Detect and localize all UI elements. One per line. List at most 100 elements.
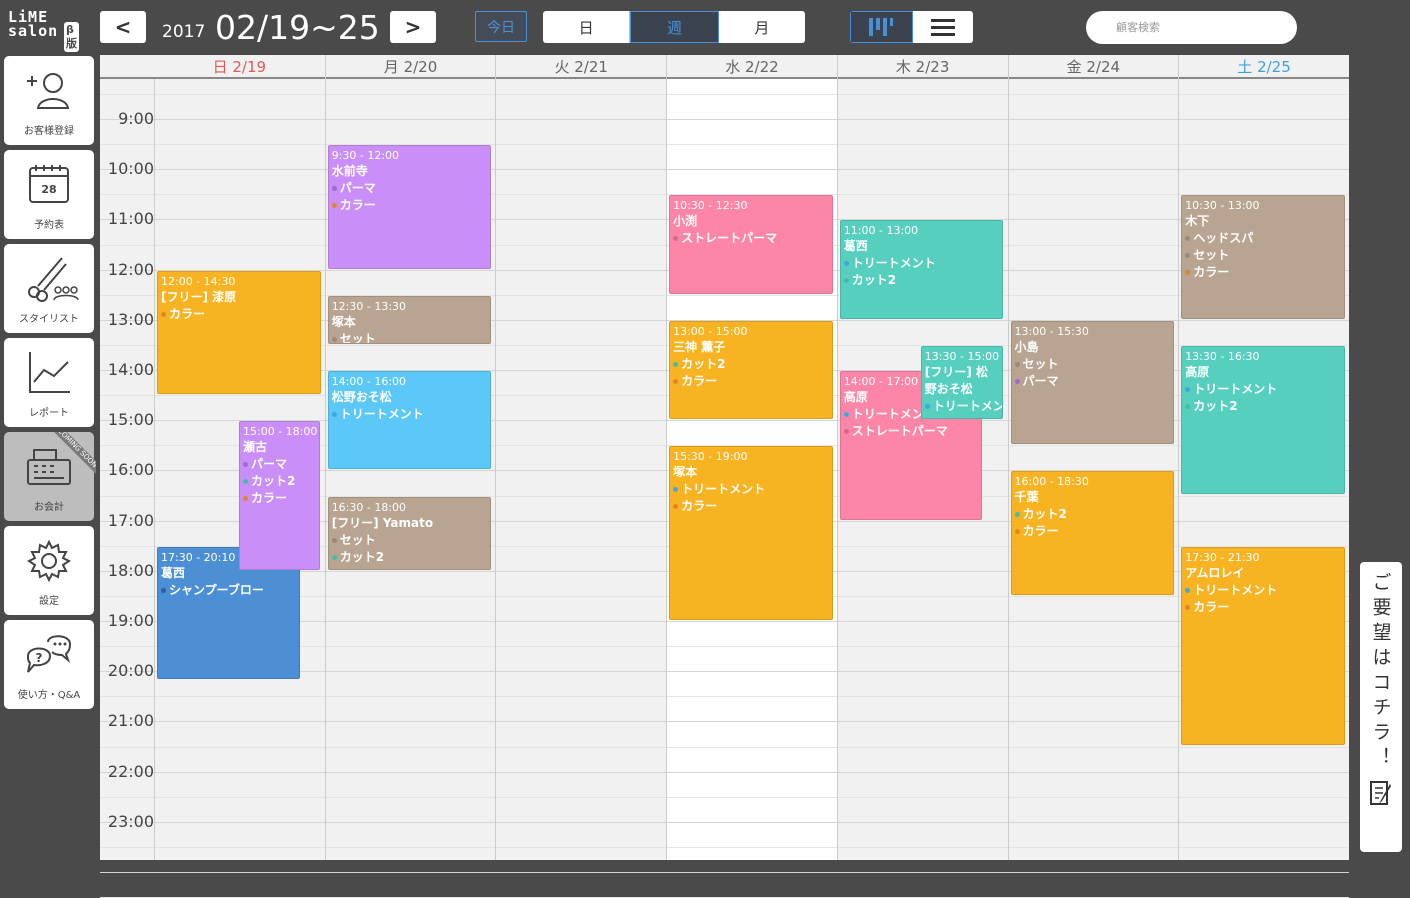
app-logo[interactable]: LiME salon β版 [8, 10, 79, 52]
appointment-time: 12:00 - 14:30 [161, 274, 236, 288]
appointment-time: 13:30 - 16:30 [1185, 349, 1260, 363]
day-header[interactable]: 木 2/23 [836, 55, 1008, 79]
appointment[interactable]: 14:00 - 16:00 松野おそ松 トリートメント [327, 371, 492, 470]
appointment[interactable]: 12:30 - 13:30 塚本 セット [327, 295, 492, 344]
appointment-menu-item: トリートメント [1185, 381, 1341, 398]
sidebar-item-help[interactable]: ? 使い方・Q&A [4, 620, 94, 709]
sidebar-item-reservations[interactable]: 28 予約表 [4, 150, 94, 239]
note-edit-icon [1370, 781, 1391, 805]
appointment-customer: 葛西 [843, 239, 868, 254]
menu-label: トリートメント [339, 407, 424, 421]
appointment[interactable]: 15:30 - 19:00 塚本 トリートメント カラー [669, 446, 833, 620]
day-header[interactable]: 金 2/24 [1007, 55, 1179, 79]
calendar-icon: 28 [29, 165, 69, 203]
appointment-customer: [フリー] 漆原 [161, 289, 237, 304]
appointment-customer: 木下 [1185, 214, 1210, 229]
appointment[interactable]: 12:00 - 14:30 [フリー] 漆原 カラー [157, 270, 321, 395]
column-view-button[interactable] [850, 11, 913, 43]
sidebar-item-label: 予約表 [34, 220, 64, 231]
menu-label: トリートメント [851, 256, 936, 271]
appointment[interactable]: 16:00 - 18:30 千葉 カット2 カラー [1010, 471, 1175, 595]
hour-label: 22:00 [107, 761, 154, 781]
menu-dot-icon [331, 186, 337, 192]
menu-dot-icon [331, 412, 337, 417]
hour-label: 9:00 [118, 109, 154, 128]
menu-dot-icon [1014, 529, 1020, 535]
appointment[interactable]: 15:00 - 18:00 瀬古 パーマ カット2 カラー [239, 421, 320, 570]
menu-label: セット [1193, 248, 1230, 263]
svg-text:?: ? [36, 651, 43, 665]
sidebar-item-stylist[interactable]: スタイリスト [4, 244, 94, 333]
hour-label: 17:00 [107, 510, 154, 530]
feedback-button[interactable]: ご要望はコチラ！ [1360, 562, 1402, 852]
appointment-menu-item: カラー [243, 490, 316, 507]
menu-dot-icon [243, 496, 248, 502]
appointment[interactable]: 13:00 - 15:00 三神 薫子 カット2 カラー [669, 320, 833, 420]
appointment-menu-item: トリートメント [1185, 582, 1341, 599]
appointment-customer: 小島 [1014, 339, 1039, 354]
menu-label: カット2 [681, 356, 726, 371]
appointment[interactable]: 10:30 - 13:00 木下 ヘッドスパ セット カラー [1181, 195, 1345, 319]
menu-dot-icon [673, 361, 679, 367]
gear-icon [27, 539, 71, 583]
appointment-menu-item: パーマ [1014, 373, 1171, 390]
appointment-menu-item: カット2 [843, 272, 1000, 289]
appointment[interactable]: 16:30 - 18:00 [フリー] Yamato セット カット2 [327, 496, 492, 570]
menu-label: シャンプーブロー [169, 582, 264, 597]
menu-dot-icon [331, 336, 337, 342]
appointment[interactable]: 10:30 - 12:30 小渕 ストレートパーマ [669, 195, 833, 294]
list-view-button[interactable] [912, 11, 973, 43]
sidebar-item-report[interactable]: レポート [4, 338, 94, 427]
menu-label: セット [339, 331, 376, 344]
prev-week-button[interactable]: < [100, 11, 146, 43]
appointment[interactable]: 17:30 - 21:30 アムロレイ トリートメント カラー [1181, 546, 1345, 746]
appointment-time: 14:00 - 16:00 [331, 375, 407, 388]
hour-label: 21:00 [107, 711, 154, 731]
appointment-menu-item: カラー [1185, 264, 1341, 281]
menu-label: セット [1022, 356, 1059, 371]
appointment[interactable]: 13:30 - 15:00[フリー] 松野おそ松トリートメント [920, 345, 1003, 420]
appointment-menu-item: カラー [1014, 523, 1171, 540]
appointment-menu-item: トリートメント [673, 481, 829, 498]
menu-label: ストレートパーマ [681, 231, 778, 246]
chart-icon [29, 352, 70, 393]
day-header[interactable]: 土 2/25 [1178, 55, 1349, 79]
sidebar-item-customer-register[interactable]: お客様登録 [4, 56, 94, 145]
appointment[interactable]: 13:00 - 15:30 小島セットパーマ [1010, 320, 1175, 445]
tab-day[interactable]: 日 [543, 11, 631, 43]
appointment-menu-item: シャンプーブロー [161, 582, 296, 599]
menu-dot-icon [243, 479, 248, 485]
customer-search-input[interactable] [1086, 11, 1297, 44]
today-button[interactable]: 今日 [475, 11, 527, 42]
sidebar-item-settings[interactable]: 設定 [4, 526, 94, 615]
tab-week[interactable]: 週 [630, 11, 719, 43]
menu-label: パーマ [251, 457, 288, 472]
day-header[interactable]: 火 2/21 [495, 55, 666, 79]
appointment-menu-item: セット [331, 331, 488, 344]
menu-label: カラー [1193, 265, 1230, 280]
appointment[interactable]: 13:30 - 16:30 高原 トリートメント カット2 [1181, 345, 1345, 495]
day-column[interactable] [1007, 79, 1179, 860]
appointment-time: 16:30 - 18:00 [331, 500, 407, 514]
menu-label: トリートメント [1193, 582, 1278, 597]
hour-line [100, 872, 1349, 873]
appointment-menu-item: セット [1014, 356, 1171, 373]
appointment-time: 13:00 - 15:00 [673, 324, 748, 338]
next-week-button[interactable]: > [390, 11, 436, 43]
day-header[interactable]: 月 2/20 [324, 55, 496, 79]
appointment-time: 12:30 - 13:30 [331, 299, 407, 313]
day-header[interactable]: 水 2/22 [666, 55, 837, 79]
appointment[interactable]: 9:30 - 12:00 水前寺 パーマ カラー [327, 145, 492, 269]
appointment-menu-item: カラー [1185, 599, 1341, 616]
appointment-time: 13:00 - 15:30 [1014, 324, 1089, 338]
appointment-menu-item: ストレートパーマ [843, 423, 978, 440]
hour-label: 23:00 [107, 811, 154, 831]
sidebar-item-checkout[interactable]: COMING SOON お会計 [4, 432, 96, 521]
menu-dot-icon [1014, 361, 1020, 367]
day-column[interactable] [495, 79, 666, 860]
appointment[interactable]: 11:00 - 13:00 葛西 トリートメント カット2 [839, 220, 1004, 319]
view-tabs: 日 週 月 [543, 11, 805, 43]
day-header[interactable]: 日 2/19 [154, 55, 325, 79]
tab-month[interactable]: 月 [719, 11, 805, 43]
sidebar-item-label: 設定 [39, 596, 59, 607]
